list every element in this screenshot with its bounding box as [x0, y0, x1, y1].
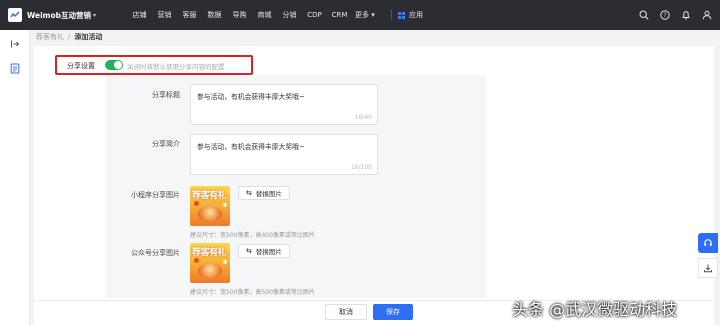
- breadcrumb-parent[interactable]: 荐客有礼: [36, 33, 64, 41]
- mini-program-image-hint: 建议尺寸：宽500像素，高400像素或等比图片: [190, 232, 315, 239]
- collapse-sidebar-icon[interactable]: [8, 37, 22, 51]
- top-nav: Weimob互动营销 ▾ 店铺 营销 客服 数据 导购 商城 分销 CDP CR…: [0, 0, 720, 30]
- breadcrumb-separator: /: [68, 33, 71, 41]
- nav-item-mall[interactable]: 商城: [252, 10, 277, 20]
- official-replace-label: 替换图片: [255, 248, 282, 256]
- brand-switcher[interactable]: Weimob互动营销 ▾: [0, 8, 120, 22]
- swap-icon: ⇆: [246, 189, 252, 197]
- nav-item-distribution[interactable]: 分销: [277, 10, 302, 20]
- nav-item-crm[interactable]: CRM: [327, 11, 352, 19]
- cancel-button[interactable]: 取消: [325, 304, 367, 320]
- brand-logo-icon: [8, 8, 22, 22]
- main-menu: 店铺 营销 客服 数据 导购 商城 分销 CDP CRM 更多 ▾ 应用: [127, 10, 423, 20]
- save-button[interactable]: 保存: [373, 304, 413, 320]
- chevron-down-icon: ▾: [93, 11, 97, 19]
- document-icon[interactable]: [8, 61, 22, 75]
- swap-icon: ⇆: [246, 247, 252, 255]
- left-rail: [0, 30, 30, 325]
- share-setting-toggle[interactable]: [105, 60, 123, 70]
- thumb-bowl-graphic: [198, 206, 222, 222]
- svg-text:?: ?: [663, 12, 666, 19]
- share-setting-hint: 关闭时将默认使用分享内容的配置: [127, 63, 225, 71]
- user-icon[interactable]: [702, 10, 712, 20]
- thumb-decoration: [194, 258, 199, 263]
- share-setting-label: 分享设置: [67, 62, 95, 70]
- nav-divider: [391, 10, 392, 20]
- thumb-decoration: [223, 260, 227, 264]
- official-image-label: 公众号分享图片: [131, 249, 180, 257]
- breadcrumb-current: 添加活动: [74, 33, 103, 41]
- share-title-input[interactable]: 参与活动，有机会获得丰厚大奖哦~ 16/40: [190, 84, 378, 125]
- headset-icon: [704, 239, 712, 246]
- thumb-title: 荐客有礼: [192, 191, 227, 201]
- share-desc-input[interactable]: 参与活动，有机会获得丰厚大奖哦~ 16/100: [190, 134, 378, 175]
- thumb-decoration: [223, 203, 227, 207]
- mini-program-replace-button[interactable]: ⇆ 替换图片: [238, 186, 290, 200]
- nav-item-guide[interactable]: 导购: [227, 10, 252, 20]
- official-image-thumb: 荐客有礼: [190, 243, 230, 283]
- watermark-text: 头条 @武汉微驱动科技: [512, 300, 678, 319]
- apps-grid-icon: [398, 11, 405, 19]
- share-desc-value: 参与活动，有机会获得丰厚大奖哦~: [197, 143, 305, 151]
- brand-name: Weimob互动营销: [27, 10, 91, 20]
- share-desc-label: 分享简介: [152, 140, 180, 148]
- share-title-label: 分享标题: [152, 91, 180, 99]
- help-icon[interactable]: ?: [660, 10, 670, 20]
- share-title-counter: 16/40: [354, 114, 372, 121]
- official-image-hint: 建议尺寸：宽500像素，高500像素或等比图片: [190, 289, 315, 296]
- nav-item-service[interactable]: 客服: [177, 10, 202, 20]
- mini-program-replace-label: 替换图片: [255, 190, 282, 198]
- nav-tools: ?: [639, 0, 712, 30]
- breadcrumb: 荐客有礼 / 添加活动: [36, 32, 102, 42]
- customer-service-button[interactable]: [698, 233, 718, 253]
- nav-item-store[interactable]: 店铺: [127, 10, 152, 20]
- download-icon: [704, 264, 712, 273]
- nav-apps-label: 应用: [409, 11, 423, 19]
- mini-program-image-thumb: 荐客有礼: [190, 186, 230, 226]
- nav-item-more[interactable]: 更多 ▾: [355, 10, 385, 20]
- search-icon[interactable]: [639, 10, 649, 20]
- nav-item-marketing[interactable]: 营销: [152, 10, 177, 20]
- share-title-value: 参与活动，有机会获得丰厚大奖哦~: [197, 93, 305, 101]
- nav-item-data[interactable]: 数据: [202, 10, 227, 20]
- thumb-bowl-graphic: [198, 263, 222, 279]
- official-replace-button[interactable]: ⇆ 替换图片: [238, 244, 290, 258]
- download-button[interactable]: [698, 258, 718, 278]
- nav-item-cdp[interactable]: CDP: [302, 11, 327, 19]
- share-desc-counter: 16/100: [350, 164, 372, 171]
- nav-item-apps[interactable]: 应用: [398, 10, 423, 20]
- thumb-decoration: [194, 201, 199, 206]
- bell-icon[interactable]: [681, 10, 691, 20]
- thumb-title: 荐客有礼: [192, 248, 227, 258]
- mini-program-image-label: 小程序分享图片: [131, 191, 180, 199]
